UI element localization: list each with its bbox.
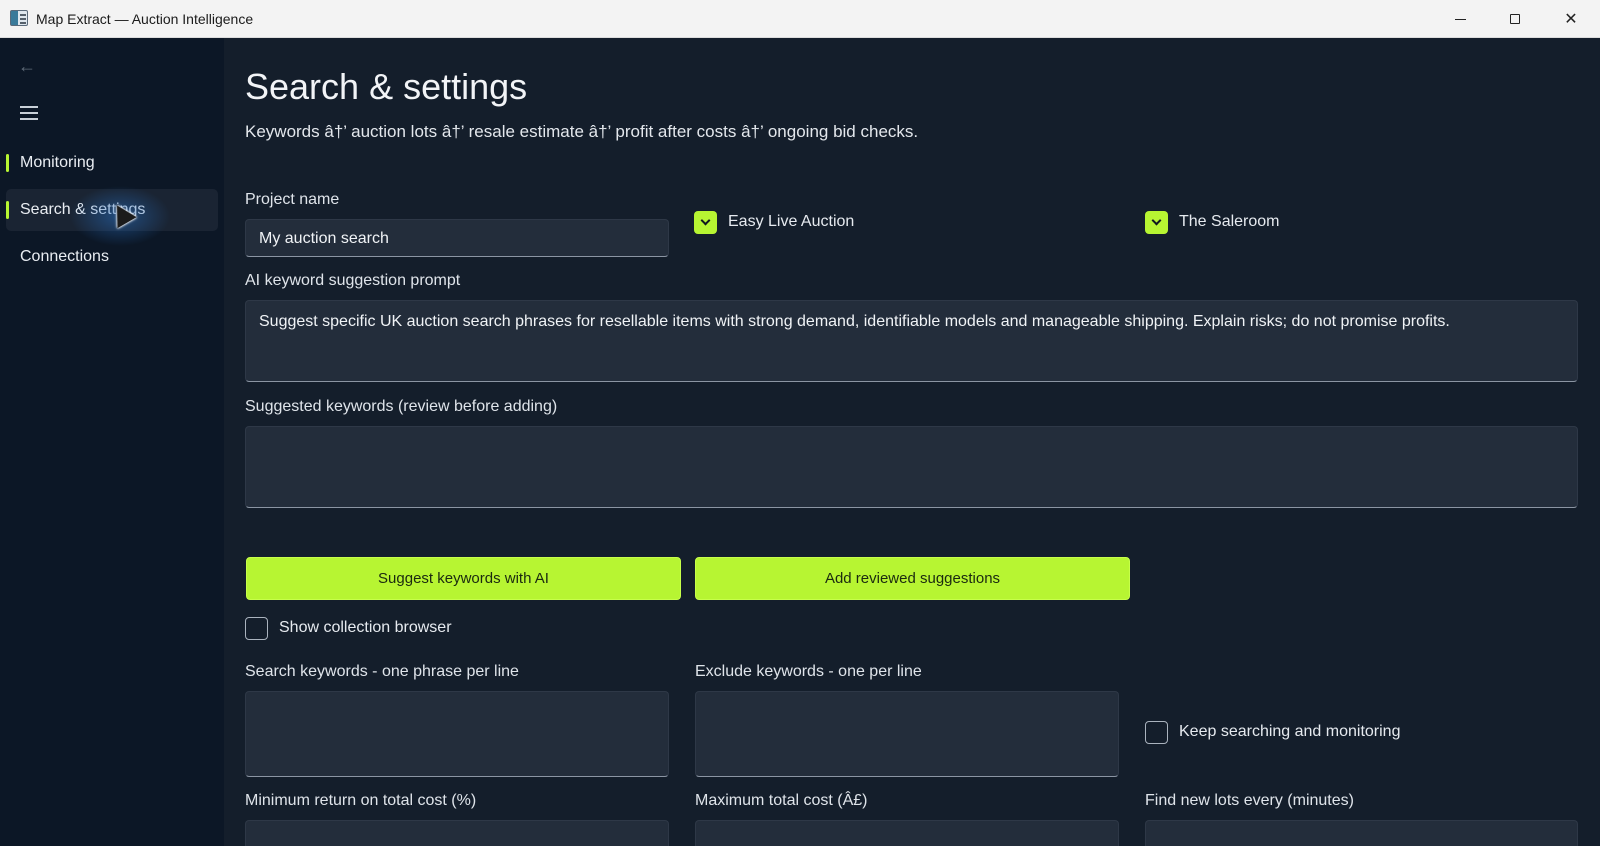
- close-button[interactable]: ✕: [1543, 0, 1599, 38]
- show-browser-label: Show collection browser: [279, 619, 452, 636]
- ai-prompt-textarea[interactable]: Suggest specific UK auction search phras…: [245, 300, 1578, 382]
- search-keywords-label: Search keywords - one phrase per line: [245, 663, 519, 680]
- sidebar-item-monitoring[interactable]: Monitoring: [6, 142, 218, 184]
- title-bar: Map Extract — Auction Intelligence ✕: [0, 0, 1600, 38]
- add-suggestions-button[interactable]: Add reviewed suggestions: [695, 557, 1130, 600]
- suggested-keywords-label: Suggested keywords (review before adding…: [245, 398, 558, 415]
- sidebar: ← Monitoring Search & settings Connectio…: [0, 38, 224, 846]
- page-subtitle: Keywords â†’ auction lots â†’ resale est…: [245, 122, 919, 141]
- show-browser-checkbox[interactable]: [245, 617, 268, 640]
- max-cost-input[interactable]: [695, 820, 1119, 846]
- back-button[interactable]: ←: [18, 56, 40, 76]
- minimize-icon: [1454, 18, 1466, 20]
- nav-selected-indicator: [6, 201, 9, 219]
- min-return-label: Minimum return on total cost (%): [245, 792, 477, 809]
- minimize-button[interactable]: [1432, 0, 1488, 38]
- project-name-label: Project name: [245, 191, 340, 208]
- page-title: Search & settings: [245, 66, 528, 107]
- exclude-keywords-textarea[interactable]: [695, 691, 1119, 777]
- easy-live-auction-checkbox[interactable]: [694, 211, 717, 234]
- close-icon: ✕: [1564, 11, 1578, 28]
- exclude-keywords-label: Exclude keywords - one per line: [695, 663, 922, 680]
- easy-live-auction-label: Easy Live Auction: [728, 213, 855, 230]
- app-icon: [10, 10, 28, 26]
- hamburger-icon-line: [20, 106, 38, 108]
- maximize-button[interactable]: [1487, 0, 1543, 38]
- find-every-input[interactable]: [1145, 820, 1578, 846]
- min-return-input[interactable]: [245, 820, 669, 846]
- nav-indicator: [6, 154, 9, 172]
- keep-searching-checkbox[interactable]: [1145, 721, 1168, 744]
- sidebar-item-label: Connections: [20, 248, 109, 265]
- sidebar-item-connections[interactable]: Connections: [6, 236, 218, 278]
- project-name-value: My auction search: [259, 230, 389, 247]
- the-saleroom-label: The Saleroom: [1179, 213, 1280, 230]
- sidebar-item-label: Monitoring: [20, 154, 95, 171]
- suggest-keywords-button[interactable]: Suggest keywords with AI: [246, 557, 681, 600]
- search-keywords-textarea[interactable]: [245, 691, 669, 777]
- menu-toggle-button[interactable]: [20, 106, 38, 120]
- ai-prompt-value: Suggest specific UK auction search phras…: [259, 313, 1450, 330]
- ai-prompt-label: AI keyword suggestion prompt: [245, 272, 461, 289]
- keep-searching-label: Keep searching and monitoring: [1179, 723, 1401, 740]
- hamburger-icon-line: [20, 117, 38, 120]
- the-saleroom-checkbox[interactable]: [1145, 211, 1168, 234]
- app-window: Map Extract — Auction Intelligence ✕ ← M…: [0, 0, 1600, 846]
- hamburger-icon-line: [20, 111, 38, 114]
- main-content: Search & settings Keywords â†’ auction l…: [224, 38, 1600, 846]
- maximize-icon: [1510, 14, 1520, 24]
- project-name-input[interactable]: My auction search: [245, 219, 669, 257]
- max-cost-label: Maximum total cost (Â£): [695, 792, 868, 809]
- find-every-label: Find new lots every (minutes): [1145, 792, 1354, 809]
- suggested-keywords-textarea[interactable]: [245, 426, 1578, 508]
- back-arrow-icon: ←: [18, 56, 36, 76]
- window-title: Map Extract — Auction Intelligence: [36, 11, 254, 27]
